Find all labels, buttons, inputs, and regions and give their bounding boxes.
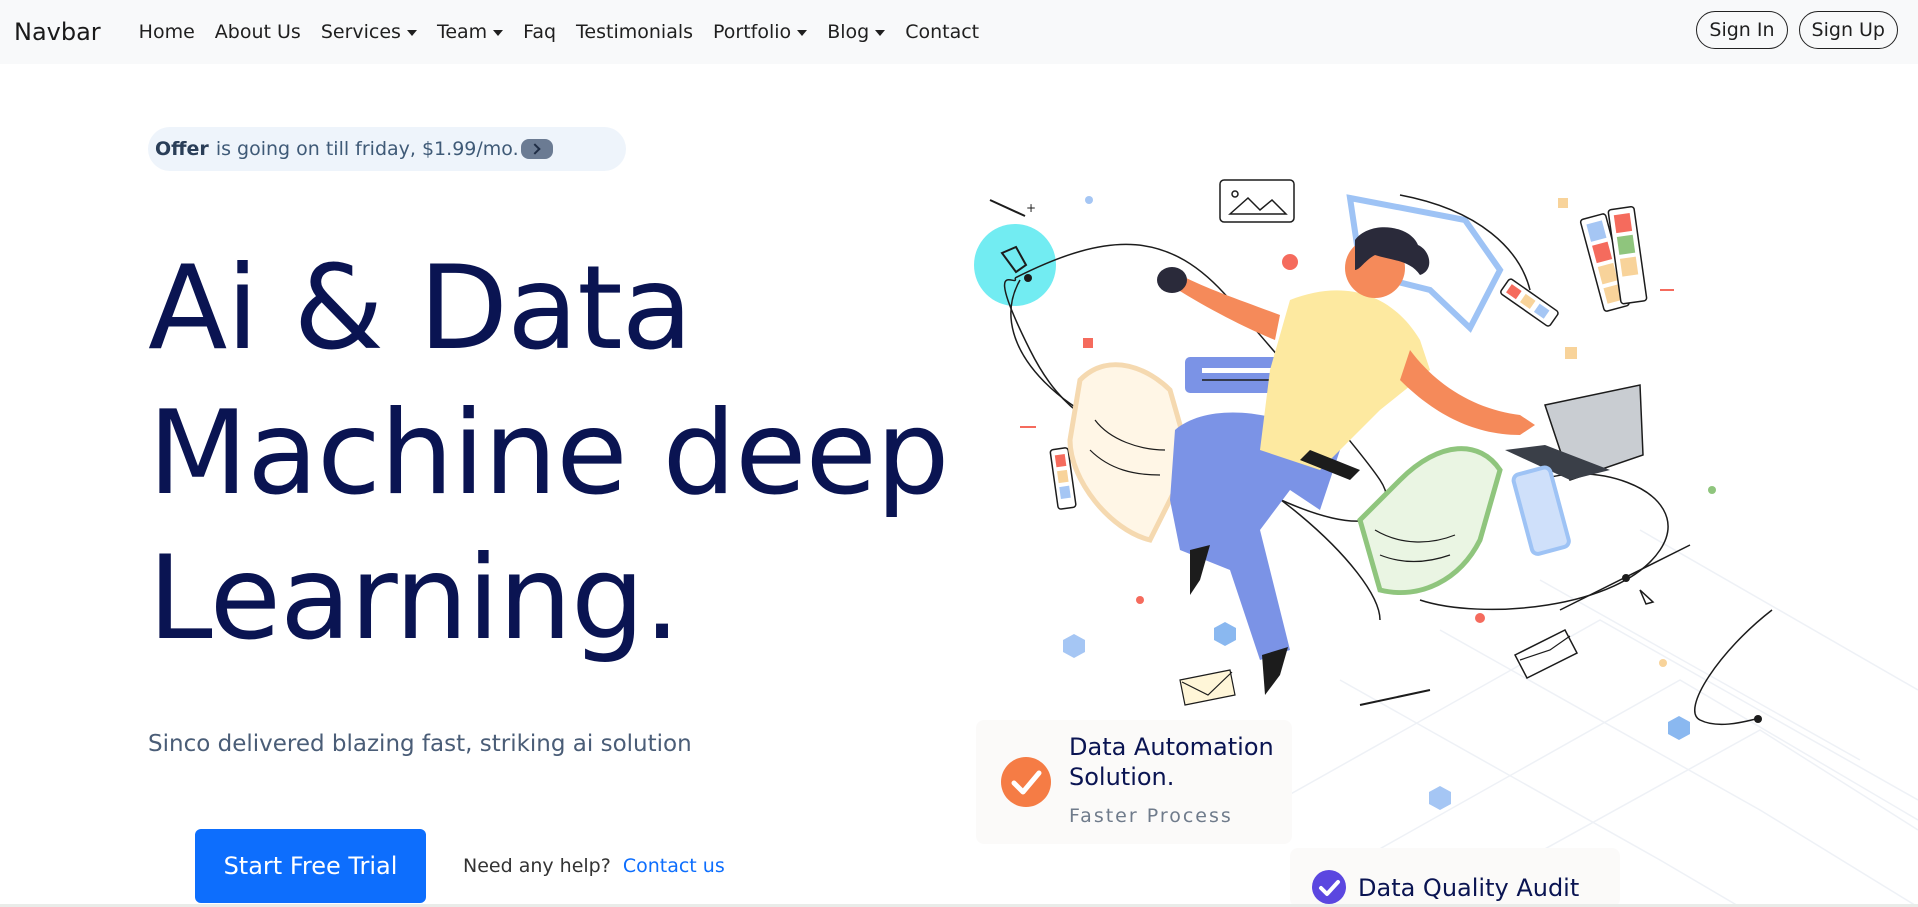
offer-label: Offer	[155, 138, 209, 160]
check-circle-icon	[1312, 870, 1346, 904]
contact-us-link[interactable]: Contact us	[623, 855, 725, 877]
cursor-icon	[1639, 589, 1655, 605]
card-subtitle: Faster Process	[1069, 805, 1233, 827]
caret-down-icon	[406, 30, 417, 36]
nav-item-blog[interactable]: Blog	[817, 21, 895, 43]
sign-in-button[interactable]: Sign In	[1696, 11, 1788, 49]
hero-title-line: Learning.	[148, 531, 680, 666]
offer-text: is going on till friday, $1.99/mo.	[215, 138, 519, 160]
feature-card-data-automation: Data Automation Solution. Faster Process	[976, 720, 1292, 844]
nav-item-faq[interactable]: Faq	[513, 21, 566, 43]
nav-item-contact[interactable]: Contact	[895, 21, 989, 43]
hero-title-line: Ai & Data	[148, 241, 693, 376]
chevron-right-icon[interactable]	[520, 139, 553, 159]
nav-label: Contact	[905, 21, 980, 43]
caret-down-icon	[493, 30, 504, 36]
nav-label: About Us	[214, 21, 301, 43]
nav-item-team[interactable]: Team	[427, 21, 513, 43]
nav-item-services[interactable]: Services	[311, 21, 427, 43]
svg-text:+: +	[1026, 201, 1036, 215]
nav-label: Portfolio	[713, 21, 792, 43]
start-free-trial-button[interactable]: Start Free Trial	[195, 829, 426, 903]
nav-label: Testimonials	[576, 21, 694, 43]
hero-subtitle: Sinco delivered blazing fast, striking a…	[148, 731, 692, 757]
hero-title-line: Machine deep	[148, 386, 949, 521]
hero-title: Ai & Data Machine deep Learning.	[148, 236, 949, 671]
nav-item-home[interactable]: Home	[129, 21, 205, 43]
cube-icon	[1429, 786, 1451, 810]
check-circle-icon	[1001, 757, 1051, 807]
nav-item-portfolio[interactable]: Portfolio	[703, 21, 817, 43]
help-text: Need any help?	[463, 855, 611, 877]
nav-label: Services	[320, 21, 401, 43]
feature-card-data-quality-audit: Data Quality Audit	[1290, 848, 1620, 907]
help-row: Need any help? Contact us	[463, 855, 725, 877]
nav-label: Home	[138, 21, 195, 43]
auth-buttons: Sign In Sign Up	[1696, 11, 1898, 49]
card-title: Data Automation Solution.	[1069, 733, 1274, 791]
navbar-brand[interactable]: Navbar	[14, 18, 101, 46]
caret-down-icon	[797, 30, 808, 36]
card-title: Data Quality Audit	[1358, 874, 1580, 902]
sign-up-button[interactable]: Sign Up	[1798, 11, 1898, 49]
nav-links: Home About Us Services Team Faq Testimon…	[129, 21, 989, 43]
nav-label: Faq	[523, 21, 557, 43]
nav-label: Team	[436, 21, 488, 43]
image-card-icon	[1219, 179, 1295, 223]
hero-illustration: +	[974, 179, 1773, 740]
offer-banner[interactable]: Offer is going on till friday, $1.99/mo.	[148, 127, 626, 171]
caret-down-icon	[875, 30, 886, 36]
nav-item-about-us[interactable]: About Us	[205, 21, 311, 43]
navbar: Navbar Home About Us Services Team Faq T…	[0, 0, 1918, 64]
nav-label: Blog	[827, 21, 870, 43]
nav-item-testimonials[interactable]: Testimonials	[566, 21, 703, 43]
